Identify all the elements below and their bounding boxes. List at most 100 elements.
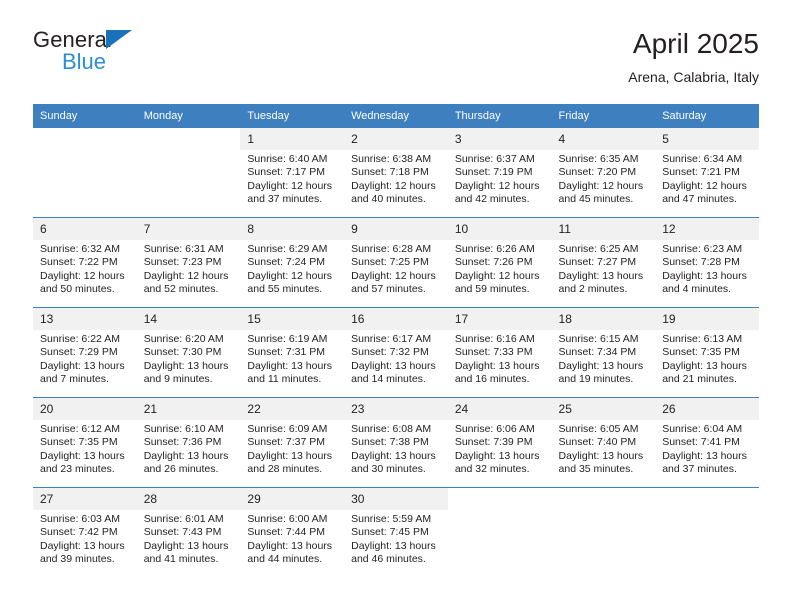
day-cell-content: 3 Sunrise: 6:37 AM Sunset: 7:19 PM Daylight…	[447, 128, 552, 217]
day-details: Sunrise: 6:37 AM Sunset: 7:19 PM Daylight:…	[448, 150, 552, 207]
sunset-text: Sunset: 7:24 PM	[247, 256, 326, 269]
calendar-day-cell[interactable]: 21 Sunrise: 6:10 AM Sunset: 7:36 PM Dayligh…	[136, 397, 241, 488]
calendar-week-row: 6 Sunrise: 6:32 AM Sunset: 7:22 PM Daylight…	[33, 217, 759, 308]
calendar-day-cell[interactable]: 4 Sunrise: 6:35 AM Sunset: 7:20 PM Daylight…	[551, 128, 656, 218]
sunset-text: Sunset: 7:43 PM	[143, 526, 222, 539]
calendar-day-cell[interactable]: 20 Sunrise: 6:12 AM Sunset: 7:35 PM Dayligh…	[33, 397, 137, 488]
day-number: 18	[551, 308, 656, 330]
day-details: Sunrise: 6:32 AM Sunset: 7:22 PM Daylight:…	[33, 240, 137, 297]
calendar-empty-cell	[447, 487, 552, 577]
sunrise-text: Sunrise: 6:23 AM	[662, 243, 743, 255]
page-title: April 2025	[632, 28, 759, 59]
day-cell-content: 10 Sunrise: 6:26 AM Sunset: 7:26 PM Dayligh…	[447, 218, 552, 307]
day-cell-content: 7 Sunrise: 6:31 AM Sunset: 7:23 PM Daylight…	[136, 218, 241, 307]
calendar-day-cell[interactable]: 28 Sunrise: 6:01 AM Sunset: 7:43 PM Dayligh…	[136, 487, 241, 577]
sunset-text: Sunset: 7:25 PM	[351, 256, 429, 269]
day-number: 9	[344, 218, 448, 240]
calendar-day-cell[interactable]: 1 Sunrise: 6:40 AM Sunset: 7:17 PM Daylight…	[240, 128, 345, 218]
daylight-text: Daylight: 13 hours and 14 minutes.	[351, 359, 436, 386]
calendar-empty-cell	[551, 487, 656, 577]
calendar-empty-cell	[655, 487, 759, 577]
sunset-text: Sunset: 7:35 PM	[40, 436, 118, 449]
page-subtitle: Arena, Calabria, Italy	[628, 69, 759, 85]
day-details: Sunrise: 6:12 AM Sunset: 7:35 PM Daylight:…	[33, 420, 137, 477]
day-cell-content: 16 Sunrise: 6:17 AM Sunset: 7:32 PM Dayligh…	[344, 308, 448, 397]
day-details: Sunrise: 6:16 AM Sunset: 7:33 PM Daylight:…	[448, 330, 552, 387]
calendar-week-row: 27 Sunrise: 6:03 AM Sunset: 7:42 PM Dayligh…	[33, 487, 759, 577]
weekday-header-thursday: Thursday	[447, 104, 552, 128]
weekday-header-sunday: Sunday	[33, 104, 137, 128]
calendar-day-cell[interactable]: 11 Sunrise: 6:25 AM Sunset: 7:27 PM Dayligh…	[551, 217, 656, 308]
brand-triangle-icon	[106, 30, 132, 49]
day-details: Sunrise: 6:17 AM Sunset: 7:32 PM Daylight:…	[344, 330, 448, 387]
sunset-text: Sunset: 7:18 PM	[351, 166, 429, 179]
daylight-text: Daylight: 12 hours and 45 minutes.	[558, 179, 644, 206]
sunrise-text: Sunrise: 6:09 AM	[247, 423, 328, 435]
calendar-header-row: Sunday Monday Tuesday Wednesday Thursday…	[33, 104, 759, 128]
calendar-day-cell[interactable]: 7 Sunrise: 6:31 AM Sunset: 7:23 PM Daylight…	[136, 217, 241, 308]
brand-name-general: General	[33, 27, 112, 52]
sunset-text: Sunset: 7:28 PM	[662, 256, 740, 269]
calendar-day-cell[interactable]: 15 Sunrise: 6:19 AM Sunset: 7:31 PM Dayligh…	[240, 307, 345, 398]
calendar-day-cell[interactable]: 27 Sunrise: 6:03 AM Sunset: 7:42 PM Dayligh…	[33, 487, 137, 577]
day-details: Sunrise: 6:25 AM Sunset: 7:27 PM Daylight:…	[552, 240, 656, 297]
sunset-text: Sunset: 7:39 PM	[454, 436, 533, 449]
sunset-text: Sunset: 7:35 PM	[662, 346, 740, 359]
day-details: Sunrise: 6:19 AM Sunset: 7:31 PM Daylight:…	[240, 330, 344, 387]
calendar-day-cell[interactable]: 17 Sunrise: 6:16 AM Sunset: 7:33 PM Dayligh…	[447, 307, 552, 398]
sunrise-text: Sunrise: 6:12 AM	[40, 423, 120, 435]
calendar-day-cell[interactable]: 24 Sunrise: 6:06 AM Sunset: 7:39 PM Dayligh…	[447, 397, 552, 488]
sunset-text: Sunset: 7:38 PM	[351, 436, 429, 449]
calendar-day-cell[interactable]: 13 Sunrise: 6:22 AM Sunset: 7:29 PM Dayligh…	[33, 307, 137, 398]
sunset-text: Sunset: 7:41 PM	[662, 436, 740, 449]
sunset-text: Sunset: 7:21 PM	[662, 166, 740, 179]
day-cell-content	[655, 488, 759, 577]
daylight-text: Daylight: 13 hours and 37 minutes.	[662, 449, 747, 476]
day-details: Sunrise: 6:03 AM Sunset: 7:42 PM Daylight:…	[33, 510, 137, 567]
daylight-text: Daylight: 13 hours and 28 minutes.	[247, 449, 333, 476]
calendar-day-cell[interactable]: 25 Sunrise: 6:05 AM Sunset: 7:40 PM Dayligh…	[551, 397, 656, 488]
calendar-day-cell[interactable]: 8 Sunrise: 6:29 AM Sunset: 7:24 PM Daylight…	[240, 217, 345, 308]
day-cell-content: 27 Sunrise: 6:03 AM Sunset: 7:42 PM Dayligh…	[33, 488, 137, 577]
calendar-day-cell[interactable]: 6 Sunrise: 6:32 AM Sunset: 7:22 PM Daylight…	[33, 217, 137, 308]
day-details: Sunrise: 6:06 AM Sunset: 7:39 PM Daylight:…	[448, 420, 552, 477]
calendar-day-cell[interactable]: 16 Sunrise: 6:17 AM Sunset: 7:32 PM Dayligh…	[344, 307, 448, 398]
sunset-text: Sunset: 7:45 PM	[351, 526, 429, 539]
day-details: Sunrise: 6:35 AM Sunset: 7:20 PM Daylight:…	[552, 150, 656, 207]
weekday-header-friday: Friday	[551, 104, 656, 128]
calendar-day-cell[interactable]: 10 Sunrise: 6:26 AM Sunset: 7:26 PM Dayligh…	[447, 217, 552, 308]
calendar-day-cell[interactable]: 22 Sunrise: 6:09 AM Sunset: 7:37 PM Dayligh…	[240, 397, 345, 488]
day-number: 6	[33, 218, 137, 240]
calendar-day-cell[interactable]: 12 Sunrise: 6:23 AM Sunset: 7:28 PM Dayligh…	[655, 217, 759, 308]
calendar-day-cell[interactable]: 18 Sunrise: 6:15 AM Sunset: 7:34 PM Dayligh…	[551, 307, 656, 398]
calendar-day-cell[interactable]: 26 Sunrise: 6:04 AM Sunset: 7:41 PM Dayligh…	[655, 397, 759, 488]
page-header: General Blue April 2025 Arena, Calabria,…	[33, 27, 759, 97]
day-details: Sunrise: 6:20 AM Sunset: 7:30 PM Daylight:…	[137, 330, 241, 387]
brand-logo[interactable]: General Blue	[33, 27, 273, 73]
brand-name-blue: Blue	[62, 49, 107, 74]
day-details: Sunrise: 6:13 AM Sunset: 7:35 PM Daylight:…	[655, 330, 759, 387]
calendar-day-cell[interactable]: 3 Sunrise: 6:37 AM Sunset: 7:19 PM Daylight…	[447, 128, 552, 218]
calendar-day-cell[interactable]: 19 Sunrise: 6:13 AM Sunset: 7:35 PM Dayligh…	[655, 307, 759, 398]
daylight-text: Daylight: 13 hours and 2 minutes.	[558, 269, 644, 296]
day-details: Sunrise: 6:26 AM Sunset: 7:26 PM Daylight:…	[448, 240, 552, 297]
day-number: 11	[551, 218, 656, 240]
calendar-day-cell[interactable]: 30 Sunrise: 5:59 AM Sunset: 7:45 PM Dayligh…	[344, 487, 448, 577]
calendar-empty-cell	[33, 128, 137, 218]
calendar-day-cell[interactable]: 2 Sunrise: 6:38 AM Sunset: 7:18 PM Daylight…	[344, 128, 448, 218]
day-cell-content	[552, 488, 656, 577]
calendar-day-cell[interactable]: 14 Sunrise: 6:20 AM Sunset: 7:30 PM Dayligh…	[136, 307, 241, 398]
calendar-day-cell[interactable]: 29 Sunrise: 6:00 AM Sunset: 7:44 PM Dayligh…	[240, 487, 345, 577]
sunrise-text: Sunrise: 6:38 AM	[351, 153, 432, 165]
sunset-text: Sunset: 7:22 PM	[40, 256, 118, 269]
day-number: 25	[551, 398, 656, 420]
day-details: Sunrise: 6:05 AM Sunset: 7:40 PM Daylight:…	[552, 420, 656, 477]
day-details: Sunrise: 5:59 AM Sunset: 7:45 PM Daylight:…	[344, 510, 448, 567]
sunrise-text: Sunrise: 6:19 AM	[247, 333, 328, 345]
day-number	[137, 128, 241, 150]
calendar-day-cell[interactable]: 5 Sunrise: 6:34 AM Sunset: 7:21 PM Daylight…	[655, 128, 759, 218]
day-number: 26	[655, 398, 759, 420]
calendar-day-cell[interactable]: 23 Sunrise: 6:08 AM Sunset: 7:38 PM Dayligh…	[344, 397, 448, 488]
sunset-text: Sunset: 7:19 PM	[454, 166, 533, 179]
calendar-day-cell[interactable]: 9 Sunrise: 6:28 AM Sunset: 7:25 PM Daylight…	[344, 217, 448, 308]
